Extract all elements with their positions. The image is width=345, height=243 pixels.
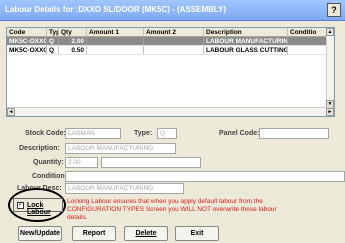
vertical-scrollbar[interactable]: ▲ ▼ [326, 28, 334, 108]
type-label: Type: [134, 130, 153, 137]
checkbox-check-icon[interactable]: ✓ [17, 202, 24, 209]
title-bar: Labour Details for :DXXO SL/DOOR (MK5C) … [0, 0, 345, 21]
panel-code-label: Panel Code: [219, 130, 260, 137]
exit-button[interactable]: Exit [175, 226, 219, 241]
delete-button[interactable]: Delete [124, 226, 168, 241]
column-header-amount1[interactable]: Amount 1 [87, 28, 144, 36]
cell-condition [288, 37, 328, 45]
window-title: Labour Details for :DXXO SL/DOOR (MK5C) … [5, 5, 227, 14]
condition-label: Condition: [32, 173, 67, 180]
column-header-amount2[interactable]: Amount 2 [144, 28, 204, 36]
labour-grid[interactable]: Code Type Qty Amount 1 Amount 2 Descript… [6, 27, 335, 117]
table-row[interactable]: MK5C-OXXO Q 0.50 LABOUR GLASS CUTTING [7, 46, 328, 55]
cell-qty: 0.50 [59, 46, 87, 54]
description-label: Description: [19, 145, 60, 152]
cell-type: Q [47, 37, 59, 45]
cell-amount1 [87, 37, 144, 45]
scroll-up-icon[interactable]: ▲ [326, 28, 334, 36]
column-header-qty[interactable]: Qty [59, 28, 87, 36]
cell-type: Q [47, 46, 59, 54]
cell-condition [288, 46, 328, 54]
horizontal-scrollbar[interactable]: ◄ ► [7, 107, 334, 116]
column-header-condition[interactable]: Conditio [288, 28, 328, 36]
scroll-left-icon[interactable]: ◄ [7, 108, 15, 116]
cell-amount2 [144, 37, 204, 45]
report-button[interactable]: Report [72, 226, 116, 241]
stock-code-label: Stock Code: [25, 130, 66, 137]
stock-code-field[interactable]: LABMAN [65, 128, 121, 139]
help-button[interactable]: ? [327, 3, 341, 17]
column-header-type[interactable]: Type [47, 28, 59, 36]
cell-code: MK5C-OXXO [9, 37, 47, 45]
lock-labour-label: Lock Labour [27, 202, 51, 216]
cell-amount2 [144, 46, 204, 54]
cell-qty: 2.00 [59, 37, 87, 45]
lock-labour-note: Locking Labour ensures that when you app… [67, 198, 277, 221]
scroll-right-icon[interactable]: ► [326, 108, 334, 116]
grid-header: Code Type Qty Amount 1 Amount 2 Descript… [7, 28, 328, 37]
lock-labour-checkbox[interactable]: ✓ Lock Labour [13, 198, 63, 216]
description-field[interactable]: LABOUR MANUFACTURING [65, 143, 176, 154]
type-field[interactable]: Q [157, 128, 177, 139]
cell-amount1 [87, 46, 144, 54]
quantity-extra-field[interactable] [101, 157, 201, 168]
quantity-label: Quantity: [33, 159, 64, 166]
cell-description: LABOUR GLASS CUTTING [206, 46, 288, 54]
quantity-field[interactable]: 2.00 [65, 157, 98, 168]
column-header-code[interactable]: Code [7, 28, 47, 36]
column-header-description[interactable]: Description [204, 28, 288, 36]
table-row[interactable]: MK5C-OXXO Q 2.00 LABOUR MANUFACTURING [7, 37, 328, 46]
condition-field[interactable] [65, 171, 345, 182]
panel-code-field[interactable] [259, 128, 329, 139]
cell-description: LABOUR MANUFACTURING [206, 37, 288, 45]
labour-desc-field[interactable]: LABOUR MANUFACTURING [65, 183, 184, 194]
cell-code: MK5C-OXXO [9, 46, 47, 54]
new-update-button[interactable]: New/Update [18, 226, 62, 241]
